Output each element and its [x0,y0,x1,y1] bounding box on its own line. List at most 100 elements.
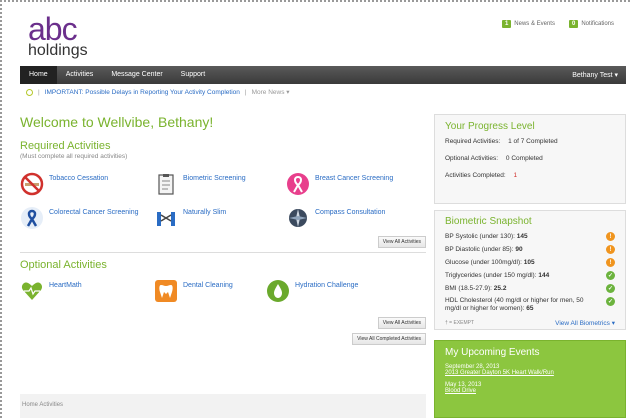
blue-ribbon-icon [20,206,44,230]
activity-biometric-screening[interactable]: Biometric Screening [154,172,286,196]
bio-bmi-value: 25.2 [493,285,507,292]
activity-dental-cleaning[interactable]: Dental Cleaning [154,279,266,303]
required-activities-title: Required Activities [20,140,111,152]
checkmark-icon: ✓ [606,284,615,293]
view-all-completed-button[interactable]: View All Completed Activities [352,333,426,345]
notifications-link[interactable]: 0 Notifications [568,20,614,28]
activity-label: Colorectal Cancer Screening [49,209,139,216]
bio-systolic-value: 145 [516,233,528,240]
activity-label: Compass Consultation [315,209,386,216]
bio-hdl-label: HDL Cholesterol (40 mg/dl or higher for … [445,297,584,312]
section-divider [20,252,426,253]
news-events-label: News & Events [514,21,555,27]
ticker-separator-2: | [244,88,247,96]
news-events-link[interactable]: 1 News & Events [501,20,555,28]
activity-label: HeartMath [49,282,82,289]
biometric-row: HDL Cholesterol (40 mg/dl or higher for … [445,295,615,315]
user-menu[interactable]: Bethany Test ▾ [572,71,626,79]
view-all-biometrics-link[interactable]: View All Biometrics ▾ [555,319,615,327]
progress-required: Required Activities: 1 of 7 Completed [445,138,615,145]
biometric-row: BMI (18.5-27.9): 25.2 ✓ [445,282,615,295]
event-item: September 28, 2013 2013 Greater Dayton 5… [445,364,615,376]
warning-icon: ! [606,258,615,267]
biometric-footer: † = EXEMPT View All Biometrics ▾ [445,317,615,329]
view-all-row: View All Activities [20,236,426,248]
progress-panel: Your Progress Level Required Activities:… [434,114,626,204]
pink-ribbon-icon [286,172,310,196]
notifications-label: Notifications [581,21,614,27]
warning-icon: ! [606,232,615,241]
top-links: 1 News & Events 0 Notifications [501,20,614,28]
activity-heartmath[interactable]: HeartMath [20,279,154,303]
progress-panel-wrap: Your Progress Level Required Activities:… [434,114,626,204]
bio-diastolic-label: BP Diastolic (under 85): [445,246,514,253]
activity-label: Tobacco Cessation [49,175,109,182]
bio-diastolic-value: 90 [515,246,523,253]
news-count-badge: 1 [501,20,512,28]
biometric-panel: Biometric Snapshot BP Systolic (under 13… [434,210,626,330]
ticker-radio-icon[interactable] [26,88,33,96]
biometric-row: BP Diastolic (under 85): 90 ! [445,243,615,256]
progress-required-value: 1 of 7 Completed [508,138,558,145]
logo-abc: abc [28,11,78,47]
events-panel-wrap: My Upcoming Events September 28, 2013 20… [434,340,626,418]
breadcrumb-current[interactable]: Activities [39,402,63,408]
event-link[interactable]: Blood Drive [445,388,615,394]
progress-completed-value: 1 [513,172,518,179]
nav-activities[interactable]: Activities [57,66,103,84]
main-nav: Home Activities Message Center Support B… [20,66,626,84]
clipboard-icon [154,172,178,196]
bio-bmi-label: BMI (18.5-27.9): [445,285,492,292]
optional-activities-title: Optional Activities [20,259,107,271]
more-news-link[interactable]: More News ▾ [252,88,290,96]
view-all-activities-button-2[interactable]: View All Activities [377,317,426,329]
activity-compass-consultation[interactable]: Compass Consultation [286,206,416,230]
progress-required-label: Required Activities: [445,138,501,145]
notifications-count-badge: 0 [568,20,579,28]
nav-support[interactable]: Support [172,66,215,84]
bio-label-hdl: HDL Cholesterol (40 mg/dl or higher for … [445,297,595,313]
activity-naturally-slim[interactable]: Naturally Slim [154,206,286,230]
nav-home[interactable]: Home [20,66,57,84]
optional-buttons: View All Activities [20,317,426,329]
progress-optional-value: 0 Completed [505,155,543,162]
nav-message-center[interactable]: Message Center [102,66,171,84]
water-drop-icon [266,279,290,303]
ticker-separator: | [38,88,40,96]
progress-completed: Activities Completed: 1 [445,172,615,179]
activity-label: Breast Cancer Screening [315,175,394,182]
required-activities-subtitle: (Must complete all required activities) [20,153,128,160]
bio-systolic-label: BP Systolic (under 130): [445,233,515,240]
bio-label-bmi: BMI (18.5-27.9): 25.2 [445,285,506,292]
activity-label: Naturally Slim [183,209,227,216]
breadcrumb-home[interactable]: Home [22,402,38,408]
activity-hydration-challenge[interactable]: Hydration Challenge [266,279,416,303]
main-content: Welcome to Wellvibe, Bethany! Required A… [20,114,426,345]
bio-hdl-value: 65 [526,305,534,312]
logo[interactable]: abc holdings [28,11,88,59]
events-panel: My Upcoming Events September 28, 2013 20… [434,340,626,418]
activity-label: Dental Cleaning [183,282,233,289]
heart-icon [20,279,44,303]
progress-completed-label: Activities Completed: [445,172,506,179]
no-smoking-icon [20,172,44,196]
completed-button-row: View All Completed Activities [20,333,426,345]
tooth-icon [154,279,178,303]
bio-glucose-value: 105 [523,259,535,266]
view-all-activities-button[interactable]: View All Activities [377,236,426,248]
progress-optional: Optional Activities: 0 Completed [445,155,615,162]
ticker-headline-link[interactable]: IMPORTANT: Possible Delays in Reporting … [45,89,240,96]
compass-icon [286,206,310,230]
measuring-tape-icon [154,206,178,230]
checkmark-icon: ✓ [606,271,615,280]
event-item: May 13, 2013 Blood Drive [445,382,615,394]
bio-triglycerides-label: Triglycerides (under 150 mg/dl): [445,272,537,279]
activity-tobacco-cessation[interactable]: Tobacco Cessation [20,172,154,196]
biometric-title: Biometric Snapshot [445,216,532,227]
activity-breast-cancer-screening[interactable]: Breast Cancer Screening [286,172,416,196]
activity-colorectal-cancer-screening[interactable]: Colorectal Cancer Screening [20,206,154,230]
optional-activities-grid: HeartMath Dental Cleaning Hydration Chal… [20,279,426,303]
events-title: My Upcoming Events [445,347,540,358]
event-link[interactable]: 2013 Greater Dayton 5K Heart Walk/Run [445,370,615,376]
required-activities-grid: Tobacco Cessation Biometric Screening Br… [20,172,426,230]
